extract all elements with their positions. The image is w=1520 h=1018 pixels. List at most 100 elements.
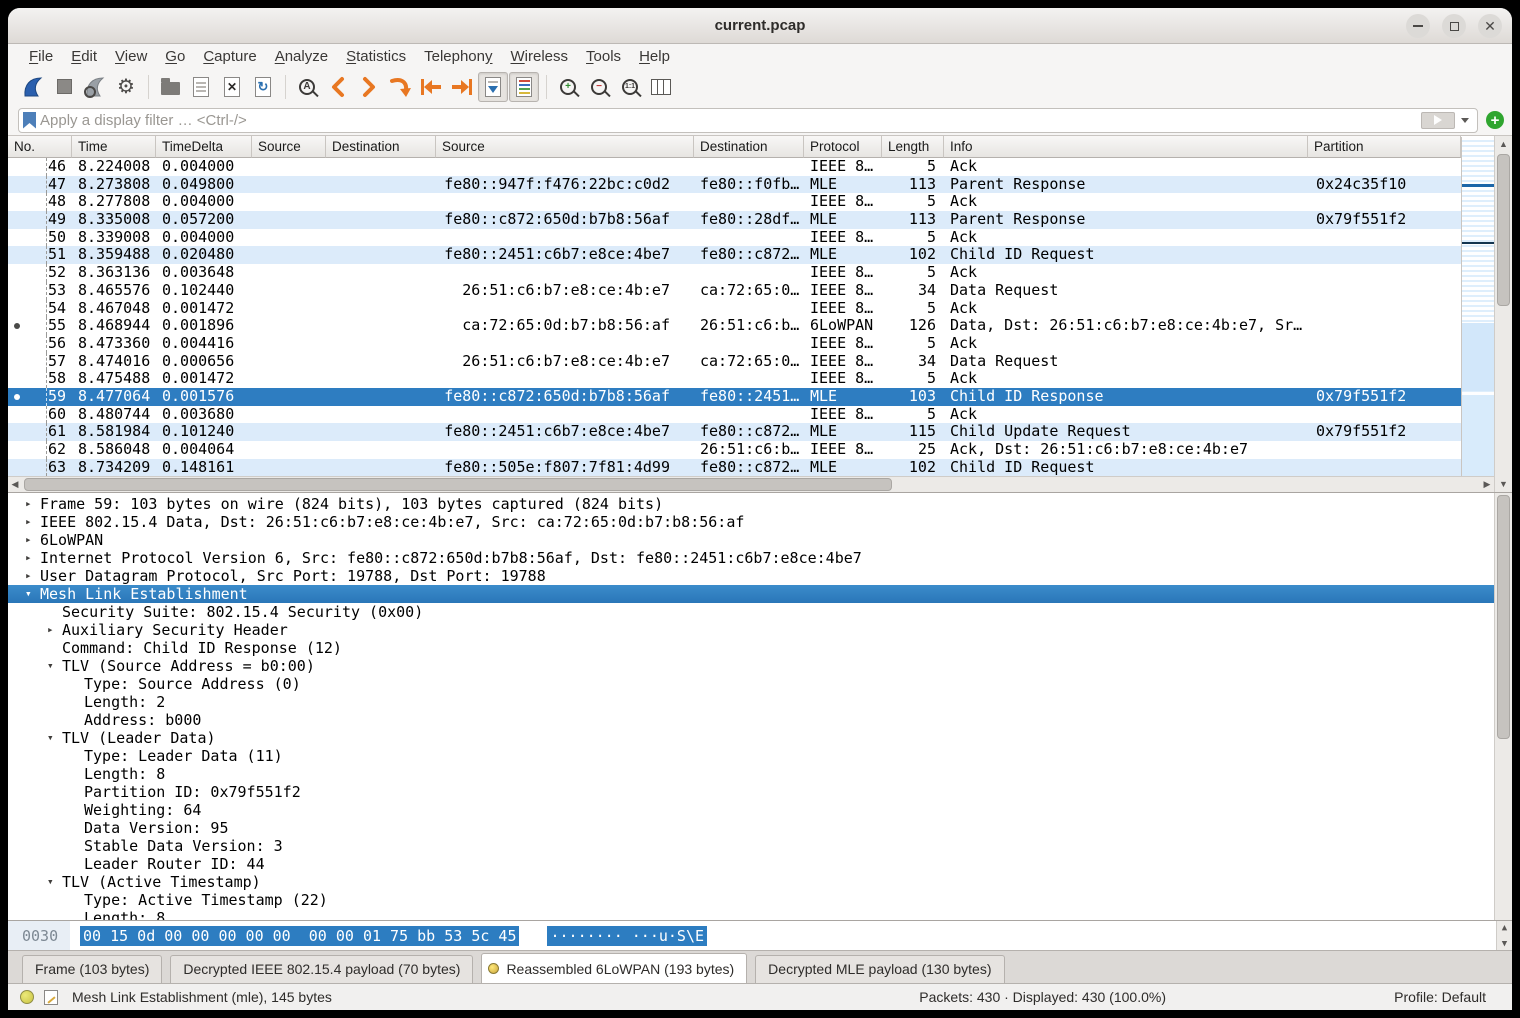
table-row[interactable]: 468.2240080.004000IEEE 8…5Ack	[8, 158, 1461, 176]
column-header-source-2[interactable]: Source	[436, 136, 694, 158]
byte-view-tab[interactable]: Decrypted MLE payload (130 bytes)	[755, 955, 1004, 983]
title-bar[interactable]: current.pcap ✕	[8, 8, 1512, 44]
table-row[interactable]: 578.4740160.00065626:51:c6:b7:e8:ce:4b:e…	[8, 353, 1461, 371]
chevron-down-icon[interactable]: ▾	[47, 873, 54, 891]
tree-row[interactable]: Length: 2	[8, 693, 1512, 711]
table-row[interactable]: 568.4733600.004416IEEE 8…5Ack	[8, 335, 1461, 353]
capture-comment-icon[interactable]	[44, 990, 58, 1005]
table-row[interactable]: 538.4655760.10244026:51:c6:b7:e8:ce:4b:e…	[8, 282, 1461, 300]
table-row[interactable]: 558.4689440.001896ca:72:65:0d:b7:b8:56:a…	[8, 317, 1461, 335]
scroll-left-arrow-icon[interactable]: ◀	[8, 477, 22, 492]
scrollbar-thumb[interactable]	[1497, 495, 1510, 739]
tree-row[interactable]: ▸6LoWPAN	[8, 531, 1512, 549]
auto-scroll-icon[interactable]	[478, 72, 508, 102]
chevron-right-icon[interactable]: ▸	[25, 495, 32, 513]
reload-file-icon[interactable]: ↻	[248, 72, 278, 102]
table-row[interactable]: 478.2738080.049800fe80::947f:f476:22bc:c…	[8, 176, 1461, 194]
table-row[interactable]: 628.5860480.00406426:51:c6:b…IEEE 8…25Ac…	[8, 441, 1461, 459]
tree-row[interactable]: ▾Mesh Link Establishment	[8, 585, 1512, 603]
apply-filter-button[interactable]	[1421, 112, 1455, 129]
scroll-right-arrow-icon[interactable]: ▶	[1480, 477, 1494, 492]
chevron-down-icon[interactable]: ▾	[25, 585, 32, 603]
zoom-original-icon[interactable]: 1:1	[615, 72, 645, 102]
tree-row[interactable]: Weighting: 64	[8, 801, 1512, 819]
tree-row[interactable]: Type: Leader Data (11)	[8, 747, 1512, 765]
tree-row[interactable]: Address: b000	[8, 711, 1512, 729]
scroll-up-arrow-icon[interactable]: ▲	[1497, 921, 1512, 934]
column-header-info[interactable]: Info	[944, 136, 1308, 158]
capture-options-icon[interactable]: ⚙	[111, 72, 141, 102]
table-row[interactable]: 598.4770640.001576fe80::c872:650d:b7b8:5…	[8, 388, 1461, 406]
intelligent-scrollbar-minimap[interactable]	[1461, 137, 1494, 476]
packet-list-hscrollbar[interactable]: ◀ ▶	[8, 476, 1494, 492]
tree-row[interactable]: Length: 8	[8, 909, 1512, 921]
column-header-time[interactable]: Time	[72, 136, 156, 158]
tree-row[interactable]: Command: Child ID Response (12)	[8, 639, 1512, 657]
table-row[interactable]: 608.4807440.003680IEEE 8…5Ack	[8, 406, 1461, 424]
tree-row[interactable]: Stable Data Version: 3	[8, 837, 1512, 855]
column-header-length[interactable]: Length	[882, 136, 944, 158]
menu-tools[interactable]: Tools	[577, 46, 630, 67]
column-header-timedelta[interactable]: TimeDelta	[156, 136, 252, 158]
column-header-no[interactable]: No.	[8, 136, 72, 158]
chevron-right-icon[interactable]: ▸	[25, 567, 32, 585]
menu-telephony[interactable]: Telephony	[415, 46, 501, 67]
column-header-destination[interactable]: Destination	[326, 136, 436, 158]
menu-statistics[interactable]: Statistics	[337, 46, 415, 67]
close-file-icon[interactable]: ✕	[217, 72, 247, 102]
chevron-down-icon[interactable]: ▾	[47, 729, 54, 747]
first-packet-icon[interactable]	[416, 72, 446, 102]
details-vscrollbar[interactable]	[1494, 493, 1512, 920]
scrollbar-thumb[interactable]	[24, 478, 892, 491]
tree-row[interactable]: Data Version: 95	[8, 819, 1512, 837]
tree-row[interactable]: ▸User Datagram Protocol, Src Port: 19788…	[8, 567, 1512, 585]
tree-row[interactable]: ▾TLV (Leader Data)	[8, 729, 1512, 747]
minimize-button[interactable]	[1406, 14, 1430, 38]
menu-capture[interactable]: Capture	[194, 46, 265, 67]
go-back-icon[interactable]	[323, 72, 353, 102]
close-button[interactable]: ✕	[1478, 14, 1502, 38]
zoom-in-icon[interactable]: +	[553, 72, 583, 102]
tree-row[interactable]: ▾TLV (Active Timestamp)	[8, 873, 1512, 891]
scroll-down-arrow-icon[interactable]: ▼	[1495, 476, 1512, 492]
tree-row[interactable]: Security Suite: 802.15.4 Security (0x00)	[8, 603, 1512, 621]
column-header-partition[interactable]: Partition	[1308, 136, 1461, 158]
go-to-packet-icon[interactable]	[385, 72, 415, 102]
profile-text[interactable]: Profile: Default	[1166, 989, 1486, 1005]
bytes-vscrollbar[interactable]: ▲ ▼	[1496, 921, 1512, 950]
maximize-button[interactable]	[1442, 14, 1466, 38]
colorize-icon[interactable]	[509, 72, 539, 102]
display-filter-field[interactable]	[18, 108, 1478, 133]
table-row[interactable]: 498.3350080.057200fe80::c872:650d:b7b8:5…	[8, 211, 1461, 229]
last-packet-icon[interactable]	[447, 72, 477, 102]
table-row[interactable]: 488.2778080.004000IEEE 8…5Ack	[8, 193, 1461, 211]
tree-row[interactable]: ▸Frame 59: 103 bytes on wire (824 bits),…	[8, 495, 1512, 513]
column-header-source[interactable]: Source	[252, 136, 326, 158]
byte-view-tab[interactable]: Decrypted IEEE 802.15.4 payload (70 byte…	[170, 955, 473, 983]
chevron-right-icon[interactable]: ▸	[25, 531, 32, 549]
tree-row[interactable]: ▸Internet Protocol Version 6, Src: fe80:…	[8, 549, 1512, 567]
open-file-icon[interactable]	[155, 72, 185, 102]
go-forward-icon[interactable]	[354, 72, 384, 102]
find-packet-icon[interactable]: A	[292, 72, 322, 102]
tree-row[interactable]: Type: Source Address (0)	[8, 675, 1512, 693]
chevron-down-icon[interactable]: ▾	[47, 657, 54, 675]
start-capture-icon[interactable]	[18, 72, 48, 102]
table-row[interactable]: 548.4670480.001472IEEE 8…5Ack	[8, 300, 1461, 318]
table-row[interactable]: 518.3594880.020480fe80::2451:c6b7:e8ce:4…	[8, 246, 1461, 264]
menu-analyze[interactable]: Analyze	[266, 46, 337, 67]
zoom-out-icon[interactable]: −	[584, 72, 614, 102]
tree-row[interactable]: ▸IEEE 802.15.4 Data, Dst: 26:51:c6:b7:e8…	[8, 513, 1512, 531]
tree-row[interactable]: Partition ID: 0x79f551f2	[8, 783, 1512, 801]
menu-edit[interactable]: Edit	[62, 46, 106, 67]
column-header-protocol[interactable]: Protocol	[804, 136, 882, 158]
table-row[interactable]: 528.3631360.003648IEEE 8…5Ack	[8, 264, 1461, 282]
menu-wireless[interactable]: Wireless	[502, 46, 578, 67]
table-row[interactable]: 588.4754880.001472IEEE 8…5Ack	[8, 370, 1461, 388]
hex-bytes-selected[interactable]: 00 15 0d 00 00 00 00 00 00 00 01 75 bb 5…	[80, 926, 519, 946]
save-file-icon[interactable]	[186, 72, 216, 102]
table-row[interactable]: 618.5819840.101240fe80::2451:c6b7:e8ce:4…	[8, 423, 1461, 441]
tree-row[interactable]: Length: 8	[8, 765, 1512, 783]
filter-dropdown-icon[interactable]	[1461, 118, 1469, 123]
resize-columns-icon[interactable]	[646, 72, 676, 102]
